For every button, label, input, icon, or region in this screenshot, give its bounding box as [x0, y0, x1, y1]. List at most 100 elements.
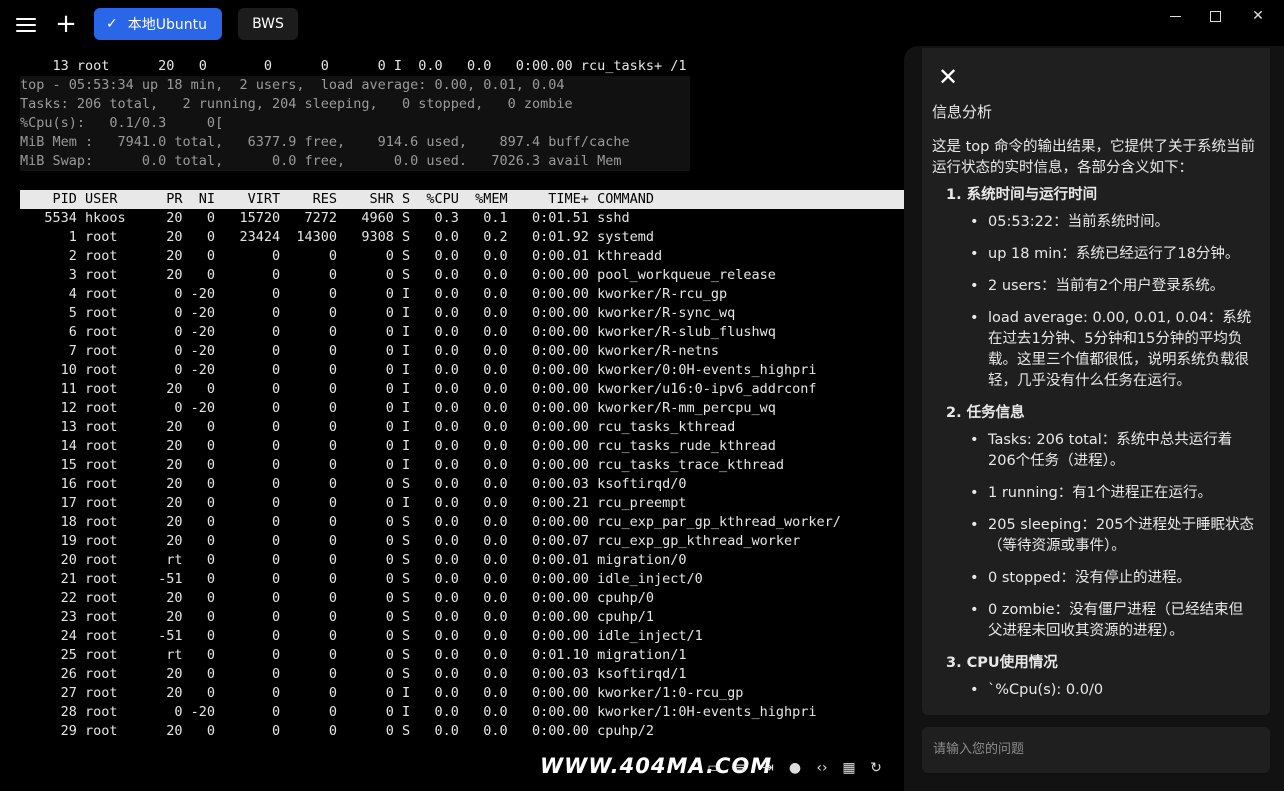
check-icon: ✓ — [106, 16, 118, 32]
bullet-text: load average: 0.00, 0.01, 0.04：系统在过去1分钟、… — [988, 310, 1252, 389]
process-row: 6 root 0 -20 0 0 0 I 0.0 0.0 0:00.00 kwo… — [20, 324, 776, 340]
section-heading: 2. 任务信息 — [946, 405, 1025, 421]
process-row: 16 root 20 0 0 0 0 S 0.0 0.0 0:00.03 kso… — [20, 476, 687, 492]
menu-button[interactable] — [12, 12, 40, 38]
process-row: 1 root 20 0 23424 14300 9308 S 0.0 0.2 0… — [20, 229, 654, 245]
bullet-icon: • — [970, 682, 979, 698]
tab-label: 本地Ubuntu — [127, 17, 207, 33]
process-table-header: PID USER PR NI VIRT RES SHR S %CPU %MEM … — [20, 190, 904, 209]
new-tab-button[interactable]: + — [53, 10, 79, 38]
terminal-output[interactable]: 13 root 20 0 0 0 0 I 0.0 0.0 0:00.00 rcu… — [20, 57, 904, 747]
analysis-card: ✕ 信息分析 这是 top 命令的输出结果，它提供了关于系统当前运行状态的实时信… — [922, 48, 1270, 715]
bullet-icon: • — [970, 485, 979, 501]
bullet-icon: • — [970, 278, 979, 294]
bullet-text: 2 users：当前有2个用户登录系统。 — [988, 278, 1225, 294]
bullet-text: up 18 min：系统已经运行了18分钟。 — [988, 246, 1240, 262]
process-row: 12 root 0 -20 0 0 0 I 0.0 0.0 0:00.00 kw… — [20, 400, 776, 416]
analysis-sections: 1. 系统时间与运行时间 • 05:53:22：当前系统时间。 • up 18 min：… — [932, 185, 1256, 701]
process-row: 28 root 0 -20 0 0 0 I 0.0 0.0 0:00.00 kw… — [20, 704, 817, 720]
process-row: 19 root 20 0 0 0 0 S 0.0 0.0 0:00.07 rcu… — [20, 533, 801, 549]
bullet-item: • 1 running：有1个进程正在运行。 — [970, 483, 1256, 504]
bullet-icon: • — [970, 432, 979, 448]
bullet-icon: • — [970, 517, 979, 533]
bullet-text: `%Cpu(s): 0.0/0 — [988, 682, 1104, 698]
format-icon[interactable]: ≡ — [733, 760, 749, 776]
info-panel: ✕ 信息分析 这是 top 命令的输出结果，它提供了关于系统当前运行状态的实时信… — [904, 46, 1284, 791]
bullet-item: • 205 sleeping：205个进程处于睡眠状态（等待资源或事件）。 — [970, 515, 1256, 557]
bullet-item: • 2 users：当前有2个用户登录系统。 — [970, 276, 1256, 297]
terminal-toolbar: ▭ ≡ ⇥ ● ‹› ▦ ↻ — [706, 760, 884, 776]
code-icon[interactable]: ‹› — [814, 760, 830, 776]
close-window-button[interactable]: ✕ — [1238, 4, 1278, 28]
bullet-text: 0 zombie：没有僵尸进程（已经结束但父进程未回收其资源的进程）。 — [988, 602, 1244, 639]
bullet-text: 0 stopped：没有停止的进程。 — [988, 570, 1191, 586]
tab-bws[interactable]: BWS — [238, 8, 298, 40]
bullet-item: • 05:53:22：当前系统时间。 — [970, 212, 1256, 233]
panel-intro: 这是 top 命令的输出结果，它提供了关于系统当前运行状态的实时信息，各部分含义… — [932, 139, 1255, 176]
process-row: 10 root 0 -20 0 0 0 I 0.0 0.0 0:00.00 kw… — [20, 362, 817, 378]
bullet-text: 1 running：有1个进程正在运行。 — [988, 485, 1213, 501]
process-table: 5534 hkoos 20 0 15720 7272 4960 S 0.3 0.… — [20, 209, 904, 741]
top-summary-line: %Cpu(s): 0.1/0.3 0[ — [20, 114, 690, 133]
process-row: 29 root 20 0 0 0 0 S 0.0 0.0 0:00.00 cpu… — [20, 723, 654, 739]
top-summary-line: MiB Swap: 0.0 total, 0.0 free, 0.0 used.… — [20, 152, 690, 171]
bullet-item: • 0 stopped：没有停止的进程。 — [970, 568, 1256, 589]
process-row: 20 root rt 0 0 0 0 S 0.0 0.0 0:00.01 mig… — [20, 552, 687, 568]
bullet-item: • up 18 min：系统已经运行了18分钟。 — [970, 244, 1256, 265]
minimize-button[interactable] — [1155, 4, 1195, 28]
section-heading: 3. CPU使用情况 — [946, 655, 1058, 671]
bullet-item: • `%Cpu(s): 0.0/0 — [970, 680, 1256, 701]
process-row: 15 root 20 0 0 0 0 I 0.0 0.0 0:00.00 rcu… — [20, 457, 785, 473]
bullet-icon: • — [970, 602, 979, 618]
process-row: 5 root 0 -20 0 0 0 I 0.0 0.0 0:00.00 kwo… — [20, 305, 736, 321]
tab-local-ubuntu[interactable]: ✓ 本地Ubuntu — [94, 8, 222, 40]
analysis-content: 信息分析 这是 top 命令的输出结果，它提供了关于系统当前运行状态的实时信息，… — [932, 102, 1256, 712]
bullet-text: 05:53:22：当前系统时间。 — [988, 214, 1170, 230]
bulb-icon[interactable]: ● — [787, 760, 803, 776]
process-row: 3 root 20 0 0 0 0 S 0.0 0.0 0:00.00 pool… — [20, 267, 776, 283]
minimize-icon — [1169, 15, 1181, 17]
process-row: 18 root 20 0 0 0 0 S 0.0 0.0 0:00.00 rcu… — [20, 514, 841, 530]
keyboard-icon[interactable]: ▦ — [841, 760, 857, 776]
split-icon[interactable]: ⇥ — [760, 760, 776, 776]
bullet-text: Tasks: 206 total：系统中总共运行着206个任务（进程）。 — [988, 432, 1233, 469]
terminal-icon[interactable]: ▭ — [706, 760, 722, 776]
refresh-icon[interactable]: ↻ — [868, 760, 884, 776]
section-heading: 1. 系统时间与运行时间 — [946, 187, 1098, 203]
process-row: 22 root 20 0 0 0 0 S 0.0 0.0 0:00.00 cpu… — [20, 590, 654, 606]
close-panel-button[interactable]: ✕ — [938, 62, 962, 92]
bullet-item: • Tasks: 206 total：系统中总共运行着206个任务（进程）。 — [970, 430, 1256, 472]
top-summary-line: Tasks: 206 total, 2 running, 204 sleepin… — [20, 95, 690, 114]
process-row: 2 root 20 0 0 0 0 S 0.0 0.0 0:00.01 kthr… — [20, 248, 663, 264]
process-row: 4 root 0 -20 0 0 0 I 0.0 0.0 0:00.00 kwo… — [20, 286, 728, 302]
bullet-item: • load average: 0.00, 0.01, 0.04：系统在过去1分钟… — [970, 308, 1256, 392]
process-row: 25 root rt 0 0 0 0 S 0.0 0.0 0:01.10 mig… — [20, 647, 687, 663]
process-row: 24 root -51 0 0 0 0 S 0.0 0.0 0:00.00 id… — [20, 628, 703, 644]
tab-label: BWS — [252, 16, 284, 32]
bullet-item: • 0 zombie：没有僵尸进程（已经结束但父进程未回收其资源的进程）。 — [970, 600, 1256, 642]
process-row: 14 root 20 0 0 0 0 I 0.0 0.0 0:00.00 rcu… — [20, 438, 776, 454]
panel-title: 信息分析 — [932, 103, 993, 121]
close-icon: ✕ — [1252, 8, 1264, 24]
maximize-button[interactable] — [1195, 4, 1235, 28]
process-row: 5534 hkoos 20 0 15720 7272 4960 S 0.3 0.… — [20, 210, 630, 226]
maximize-icon — [1209, 10, 1221, 22]
top-summary-line: top - 05:53:34 up 18 min, 2 users, load … — [20, 76, 690, 95]
title-bar: + ✓ 本地Ubuntu BWS ✕ — [0, 0, 1284, 48]
question-input[interactable]: 请输入您的问题 — [922, 727, 1270, 773]
process-row: 17 root 20 0 0 0 0 I 0.0 0.0 0:00.21 rcu… — [20, 495, 687, 511]
bullet-icon: • — [970, 246, 979, 262]
bullet-icon: • — [970, 214, 979, 230]
bullet-icon: • — [970, 310, 979, 326]
process-row: 13 root 20 0 0 0 0 I 0.0 0.0 0:00.00 rcu… — [20, 419, 736, 435]
terminal-line: 13 root 20 0 0 0 0 I 0.0 0.0 0:00.00 rcu… — [20, 58, 687, 74]
bullet-icon: • — [970, 570, 979, 586]
process-row: 11 root 20 0 0 0 0 I 0.0 0.0 0:00.00 kwo… — [20, 381, 817, 397]
top-summary-line: MiB Mem : 7941.0 total, 6377.9 free, 914… — [20, 133, 690, 152]
process-row: 23 root 20 0 0 0 0 S 0.0 0.0 0:00.00 cpu… — [20, 609, 654, 625]
process-row: 21 root -51 0 0 0 0 S 0.0 0.0 0:00.00 id… — [20, 571, 703, 587]
process-row: 26 root 20 0 0 0 0 S 0.0 0.0 0:00.03 kso… — [20, 666, 687, 682]
process-row: 7 root 0 -20 0 0 0 I 0.0 0.0 0:00.00 kwo… — [20, 343, 719, 359]
process-row: 27 root 20 0 0 0 0 I 0.0 0.0 0:00.00 kwo… — [20, 685, 744, 701]
